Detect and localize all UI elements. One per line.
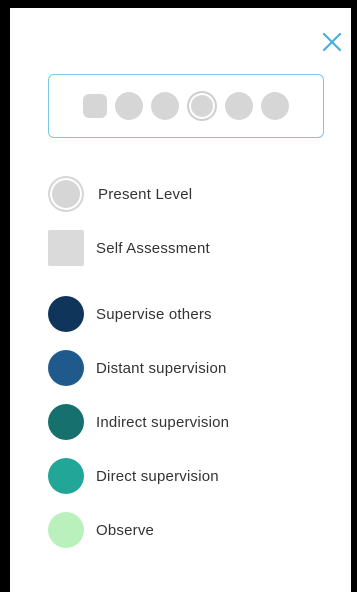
level-5-dot xyxy=(225,92,253,120)
close-icon[interactable] xyxy=(320,30,344,54)
legend-label: Direct supervision xyxy=(96,467,219,485)
level-1-self-assessment-marker xyxy=(83,94,107,118)
level-3-dot xyxy=(151,92,179,120)
legend-label: Supervise others xyxy=(96,305,212,323)
legend-label: Distant supervision xyxy=(96,359,227,377)
legend-label: Present Level xyxy=(98,185,193,203)
legend-item-distant-supervision: Distant supervision xyxy=(48,350,227,386)
legend-label: Indirect supervision xyxy=(96,413,230,431)
direct-supervision-swatch xyxy=(48,458,84,494)
legend-item-indirect-supervision: Indirect supervision xyxy=(48,404,229,440)
legend-item-self-assessment: Self Assessment xyxy=(48,230,210,266)
self-assessment-swatch xyxy=(48,230,84,266)
level-2-dot xyxy=(115,92,143,120)
legend-label: Self Assessment xyxy=(96,239,210,257)
legend-item-present-level: Present Level xyxy=(48,176,192,212)
level-4-present-marker xyxy=(187,91,217,121)
observe-swatch xyxy=(48,512,84,548)
legend-item-observe: Observe xyxy=(48,512,154,548)
distant-supervision-swatch xyxy=(48,350,84,386)
legend-item-direct-supervision: Direct supervision xyxy=(48,458,219,494)
present-level-swatch xyxy=(48,176,84,212)
legend-label: Observe xyxy=(96,521,155,539)
supervise-others-swatch xyxy=(48,296,84,332)
level-6-dot xyxy=(261,92,289,120)
legend-item-supervise-others: Supervise others xyxy=(48,296,212,332)
level-indicator xyxy=(48,74,324,138)
indirect-supervision-swatch xyxy=(48,404,84,440)
close-icon-glyph xyxy=(322,32,342,52)
